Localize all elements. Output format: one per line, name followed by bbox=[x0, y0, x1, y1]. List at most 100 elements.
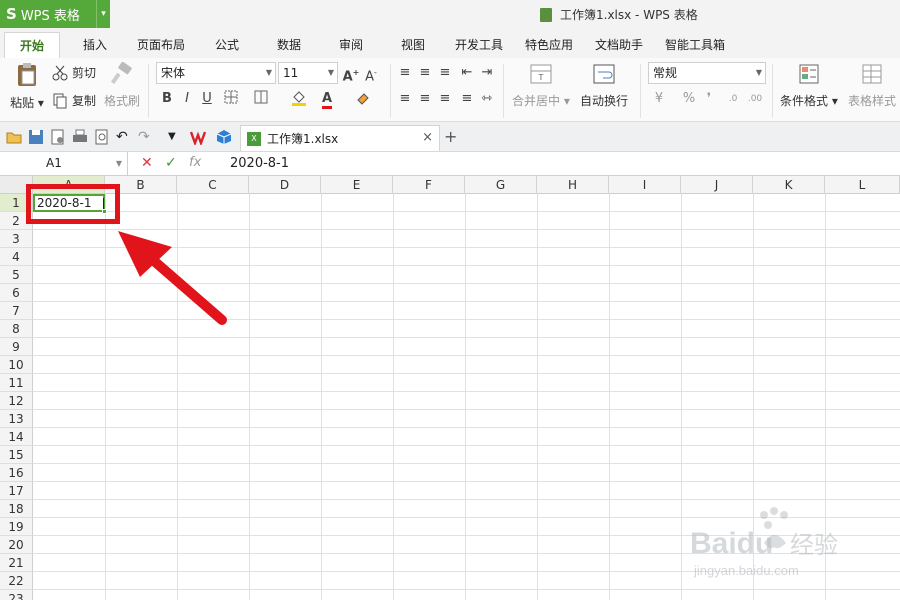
wps-app-menu-button[interactable]: S WPS 表格 ▾ bbox=[0, 0, 110, 28]
gridline bbox=[33, 463, 900, 464]
format-painter-button[interactable]: 格式刷 bbox=[104, 62, 140, 109]
tab-special-apps[interactable]: 特色应用 bbox=[518, 32, 580, 58]
paste-button[interactable]: 粘贴 ▾ bbox=[8, 62, 46, 111]
cut-button[interactable]: 剪切 bbox=[52, 64, 96, 81]
font-size-select[interactable]: 11 ▼ bbox=[278, 62, 338, 84]
save-icon[interactable] bbox=[28, 129, 44, 145]
file-tab[interactable]: X 工作簿1.xlsx × bbox=[240, 125, 440, 151]
row-header[interactable]: 6 bbox=[0, 284, 33, 302]
italic-button[interactable]: I bbox=[178, 90, 196, 108]
number-format-select[interactable]: 常规 ▼ bbox=[648, 62, 766, 84]
cancel-icon[interactable]: ✕ bbox=[141, 155, 153, 171]
clear-format-button[interactable] bbox=[354, 90, 372, 108]
border-button[interactable] bbox=[222, 90, 240, 108]
row-header[interactable]: 19 bbox=[0, 518, 33, 536]
column-header-c[interactable]: C bbox=[177, 176, 249, 194]
copy-button[interactable]: 复制 bbox=[52, 92, 96, 109]
gridline bbox=[105, 194, 106, 600]
confirm-icon[interactable]: ✓ bbox=[165, 155, 177, 171]
app-menu-dropdown-icon[interactable]: ▾ bbox=[96, 0, 110, 28]
underline-button[interactable]: U bbox=[198, 90, 216, 108]
row-header[interactable]: 20 bbox=[0, 536, 33, 554]
increase-decimal-button[interactable]: .0 bbox=[724, 90, 742, 108]
column-header-f[interactable]: F bbox=[393, 176, 465, 194]
redo-icon[interactable]: ↷ bbox=[138, 129, 154, 145]
row-header[interactable]: 22 bbox=[0, 572, 33, 590]
justify-button[interactable]: ≡ bbox=[458, 90, 476, 108]
align-bottom-button[interactable]: ≡ bbox=[436, 64, 454, 82]
print-icon[interactable] bbox=[72, 129, 88, 145]
row-header[interactable]: 21 bbox=[0, 554, 33, 572]
fill-color-button[interactable] bbox=[290, 90, 308, 108]
font-name-select[interactable]: 宋体 ▼ bbox=[156, 62, 276, 84]
font-color-button[interactable]: A bbox=[318, 90, 336, 109]
close-tab-icon[interactable]: × bbox=[422, 130, 433, 145]
tab-home[interactable]: 开始 bbox=[4, 32, 60, 58]
merge-center-button[interactable]: T 合并居中 ▾ bbox=[512, 62, 570, 109]
tab-developer[interactable]: 开发工具 bbox=[448, 32, 510, 58]
percent-button[interactable]: % bbox=[680, 90, 698, 108]
insert-function-button[interactable]: fx bbox=[189, 155, 201, 170]
row-header[interactable]: 10 bbox=[0, 356, 33, 374]
customize-dropdown-icon[interactable]: ▼ bbox=[168, 129, 184, 145]
row-header[interactable]: 11 bbox=[0, 374, 33, 392]
tab-view[interactable]: 视图 bbox=[388, 32, 438, 58]
align-left-button[interactable]: ≡ bbox=[396, 90, 414, 108]
tab-doc-assistant[interactable]: 文档助手 bbox=[588, 32, 650, 58]
row-header[interactable]: 7 bbox=[0, 302, 33, 320]
formula-input[interactable]: 2020-8-1 bbox=[230, 152, 289, 175]
undo-icon[interactable]: ↶ bbox=[116, 129, 132, 145]
decrease-decimal-button[interactable]: .00 bbox=[746, 90, 764, 108]
row-header[interactable]: 9 bbox=[0, 338, 33, 356]
distribute-button[interactable]: ⇿ bbox=[478, 90, 496, 108]
conditional-format-button[interactable]: 条件格式 ▾ bbox=[780, 62, 838, 109]
comma-button[interactable]: ❜ bbox=[700, 90, 718, 108]
column-header-h[interactable]: H bbox=[537, 176, 609, 194]
tab-smart-toolbox[interactable]: 智能工具箱 bbox=[658, 32, 732, 58]
decrease-font-button[interactable]: A- bbox=[362, 64, 380, 84]
row-header[interactable]: 17 bbox=[0, 482, 33, 500]
align-middle-button[interactable]: ≡ bbox=[416, 64, 434, 82]
open-folder-icon[interactable] bbox=[6, 129, 22, 145]
increase-indent-button[interactable]: ⇥ bbox=[478, 64, 496, 82]
tab-review[interactable]: 审阅 bbox=[326, 32, 376, 58]
column-header-j[interactable]: J bbox=[681, 176, 753, 194]
row-header[interactable]: 3 bbox=[0, 230, 33, 248]
name-box[interactable]: A1 ▼ bbox=[0, 152, 128, 175]
row-header[interactable]: 16 bbox=[0, 464, 33, 482]
column-header-d[interactable]: D bbox=[249, 176, 321, 194]
row-header[interactable]: 5 bbox=[0, 266, 33, 284]
decrease-indent-button[interactable]: ⇤ bbox=[458, 64, 476, 82]
row-header[interactable]: 23 bbox=[0, 590, 33, 600]
table-style-button[interactable]: 表格样式 bbox=[848, 62, 896, 109]
tab-insert[interactable]: 插入 bbox=[70, 32, 120, 58]
tab-formulas[interactable]: 公式 bbox=[202, 32, 252, 58]
export-icon[interactable] bbox=[50, 129, 66, 145]
row-header[interactable]: 14 bbox=[0, 428, 33, 446]
column-header-l[interactable]: L bbox=[825, 176, 900, 194]
new-tab-button[interactable]: + bbox=[444, 127, 457, 146]
row-header[interactable]: 12 bbox=[0, 392, 33, 410]
wrap-text-button[interactable]: 自动换行 bbox=[580, 62, 628, 109]
column-header-k[interactable]: K bbox=[753, 176, 825, 194]
tab-data[interactable]: 数据 bbox=[264, 32, 314, 58]
row-header[interactable]: 13 bbox=[0, 410, 33, 428]
align-right-button[interactable]: ≡ bbox=[436, 90, 454, 108]
cube-icon[interactable] bbox=[216, 129, 232, 145]
row-header[interactable]: 8 bbox=[0, 320, 33, 338]
column-header-e[interactable]: E bbox=[321, 176, 393, 194]
row-header[interactable]: 15 bbox=[0, 446, 33, 464]
align-top-button[interactable]: ≡ bbox=[396, 64, 414, 82]
tab-page-layout[interactable]: 页面布局 bbox=[130, 32, 192, 58]
row-header[interactable]: 18 bbox=[0, 500, 33, 518]
row-header[interactable]: 4 bbox=[0, 248, 33, 266]
align-center-button[interactable]: ≡ bbox=[416, 90, 434, 108]
increase-font-button[interactable]: A+ bbox=[342, 64, 360, 84]
column-header-i[interactable]: I bbox=[609, 176, 681, 194]
wps-w-logo-icon[interactable] bbox=[190, 129, 206, 145]
currency-button[interactable]: ¥ bbox=[650, 90, 668, 108]
merge-border-button[interactable] bbox=[252, 90, 270, 108]
column-header-g[interactable]: G bbox=[465, 176, 537, 194]
bold-button[interactable]: B bbox=[158, 90, 176, 108]
print-preview-icon[interactable] bbox=[94, 129, 110, 145]
